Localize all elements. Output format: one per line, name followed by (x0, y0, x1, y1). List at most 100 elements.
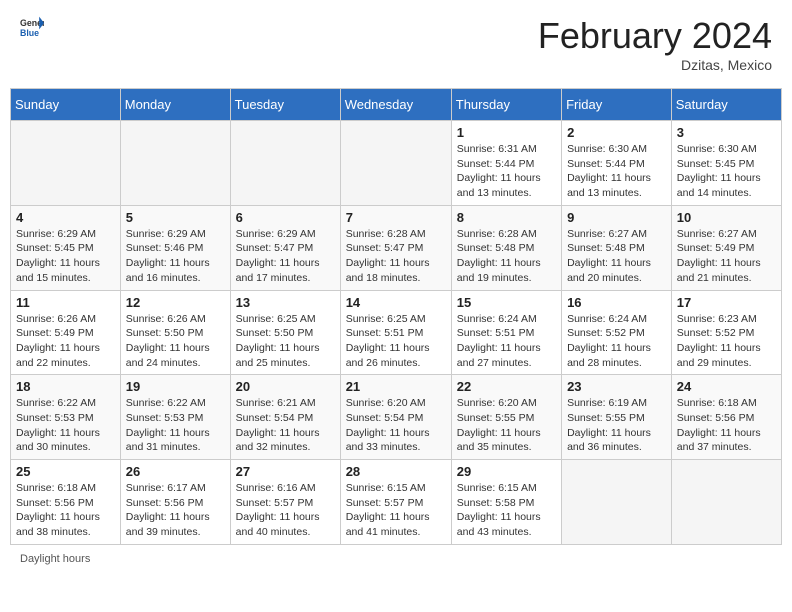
calendar-header-row: SundayMondayTuesdayWednesdayThursdayFrid… (11, 89, 782, 121)
day-of-week-header: Saturday (671, 89, 781, 121)
day-of-week-header: Monday (120, 89, 230, 121)
calendar-day-cell: 1 Sunrise: 6:31 AMSunset: 5:44 PMDaylight… (451, 121, 561, 206)
day-info: Sunrise: 6:20 AMSunset: 5:54 PMDaylight:… (346, 396, 446, 455)
calendar-week-row: 1 Sunrise: 6:31 AMSunset: 5:44 PMDaylight… (11, 121, 782, 206)
day-info: Sunrise: 6:20 AMSunset: 5:55 PMDaylight:… (457, 396, 556, 455)
calendar-day-cell: 26 Sunrise: 6:17 AMSunset: 5:56 PMDayligh… (120, 460, 230, 545)
calendar-day-cell: 5 Sunrise: 6:29 AMSunset: 5:46 PMDaylight… (120, 205, 230, 290)
calendar-day-cell: 20Sunrise: 6:21 AMSunset: 5:54 PMDayligh… (230, 375, 340, 460)
day-info: Sunrise: 6:15 AMSunset: 5:57 PMDaylight:… (346, 481, 446, 540)
calendar-week-row: 4Sunrise: 6:29 AMSunset: 5:45 PMDaylight… (11, 205, 782, 290)
day-info: Sunrise: 6:26 AMSunset: 5:49 PMDaylight:… (16, 312, 115, 371)
calendar-day-cell: 13 Sunrise: 6:25 AMSunset: 5:50 PMDayligh… (230, 290, 340, 375)
day-info: Sunrise: 6:30 AMSunset: 5:44 PMDaylight:… (567, 142, 666, 201)
day-of-week-header: Wednesday (340, 89, 451, 121)
month-title: February 2024 (538, 15, 772, 57)
page-header: General Blue February 2024 Dzitas, Mexic… (10, 10, 782, 78)
day-number: 16 (567, 295, 666, 310)
day-info: Sunrise: 6:15 AMSunset: 5:58 PMDaylight:… (457, 481, 556, 540)
day-info: Sunrise: 6:24 AMSunset: 5:51 PMDaylight:… (457, 312, 556, 371)
day-number: 11 (16, 295, 115, 310)
day-info: Sunrise: 6:27 AMSunset: 5:49 PMDaylight:… (677, 227, 776, 286)
day-number: 19 (126, 379, 225, 394)
day-info: Sunrise: 6:23 AMSunset: 5:52 PMDaylight:… (677, 312, 776, 371)
calendar-day-cell: 18 Sunrise: 6:22 AMSunset: 5:53 PMDayligh… (11, 375, 121, 460)
day-number: 25 (16, 464, 115, 479)
calendar-day-cell: 19 Sunrise: 6:22 AMSunset: 5:53 PMDayligh… (120, 375, 230, 460)
day-of-week-header: Friday (562, 89, 672, 121)
calendar-day-cell: 4Sunrise: 6:29 AMSunset: 5:45 PMDaylight… (11, 205, 121, 290)
day-info: Sunrise: 6:22 AMSunset: 5:53 PMDaylight:… (16, 396, 115, 455)
day-number: 21 (346, 379, 446, 394)
day-info: Sunrise: 6:18 AMSunset: 5:56 PMDaylight:… (677, 396, 776, 455)
calendar-day-cell (671, 460, 781, 545)
day-number: 9 (567, 210, 666, 225)
day-number: 22 (457, 379, 556, 394)
calendar-day-cell: 23 Sunrise: 6:19 AMSunset: 5:55 PMDayligh… (562, 375, 672, 460)
day-number: 6 (236, 210, 335, 225)
day-info: Sunrise: 6:17 AMSunset: 5:56 PMDaylight:… (126, 481, 225, 540)
day-number: 3 (677, 125, 776, 140)
calendar-day-cell: 27 Sunrise: 6:16 AMSunset: 5:57 PMDayligh… (230, 460, 340, 545)
daylight-label: Daylight hours (20, 553, 90, 565)
day-number: 5 (126, 210, 225, 225)
day-info: Sunrise: 6:28 AMSunset: 5:47 PMDaylight:… (346, 227, 446, 286)
calendar-day-cell: 24 Sunrise: 6:18 AMSunset: 5:56 PMDayligh… (671, 375, 781, 460)
day-number: 26 (126, 464, 225, 479)
calendar-day-cell: 28 Sunrise: 6:15 AMSunset: 5:57 PMDayligh… (340, 460, 451, 545)
calendar-day-cell: 16 Sunrise: 6:24 AMSunset: 5:52 PMDayligh… (562, 290, 672, 375)
day-info: Sunrise: 6:26 AMSunset: 5:50 PMDaylight:… (126, 312, 225, 371)
day-number: 1 (457, 125, 556, 140)
day-info: Sunrise: 6:31 AMSunset: 5:44 PMDaylight:… (457, 142, 556, 201)
calendar-day-cell: 6Sunrise: 6:29 AMSunset: 5:47 PMDaylight… (230, 205, 340, 290)
calendar-day-cell: 15 Sunrise: 6:24 AMSunset: 5:51 PMDayligh… (451, 290, 561, 375)
day-info: Sunrise: 6:29 AMSunset: 5:46 PMDaylight:… (126, 227, 225, 286)
calendar-day-cell: 3 Sunrise: 6:30 AMSunset: 5:45 PMDaylight… (671, 121, 781, 206)
calendar-day-cell: 29Sunrise: 6:15 AMSunset: 5:58 PMDayligh… (451, 460, 561, 545)
day-number: 24 (677, 379, 776, 394)
day-info: Sunrise: 6:18 AMSunset: 5:56 PMDaylight:… (16, 481, 115, 540)
day-number: 7 (346, 210, 446, 225)
calendar-table: SundayMondayTuesdayWednesdayThursdayFrid… (10, 88, 782, 545)
calendar-week-row: 25 Sunrise: 6:18 AMSunset: 5:56 PMDayligh… (11, 460, 782, 545)
logo: General Blue (20, 15, 44, 39)
calendar-day-cell (120, 121, 230, 206)
calendar-week-row: 11 Sunrise: 6:26 AMSunset: 5:49 PMDayligh… (11, 290, 782, 375)
day-number: 15 (457, 295, 556, 310)
day-info: Sunrise: 6:25 AMSunset: 5:51 PMDaylight:… (346, 312, 446, 371)
calendar-day-cell (11, 121, 121, 206)
day-number: 17 (677, 295, 776, 310)
day-number: 23 (567, 379, 666, 394)
calendar-day-cell: 12 Sunrise: 6:26 AMSunset: 5:50 PMDayligh… (120, 290, 230, 375)
day-number: 12 (126, 295, 225, 310)
day-info: Sunrise: 6:22 AMSunset: 5:53 PMDaylight:… (126, 396, 225, 455)
day-of-week-header: Sunday (11, 89, 121, 121)
calendar-day-cell: 14 Sunrise: 6:25 AMSunset: 5:51 PMDayligh… (340, 290, 451, 375)
day-number: 14 (346, 295, 446, 310)
day-info: Sunrise: 6:27 AMSunset: 5:48 PMDaylight:… (567, 227, 666, 286)
day-number: 18 (16, 379, 115, 394)
calendar-day-cell: 22 Sunrise: 6:20 AMSunset: 5:55 PMDayligh… (451, 375, 561, 460)
day-info: Sunrise: 6:25 AMSunset: 5:50 PMDaylight:… (236, 312, 335, 371)
day-number: 10 (677, 210, 776, 225)
day-number: 2 (567, 125, 666, 140)
footer: Daylight hours (10, 553, 782, 565)
day-info: Sunrise: 6:24 AMSunset: 5:52 PMDaylight:… (567, 312, 666, 371)
calendar-day-cell: 25 Sunrise: 6:18 AMSunset: 5:56 PMDayligh… (11, 460, 121, 545)
calendar-day-cell: 7 Sunrise: 6:28 AMSunset: 5:47 PMDaylight… (340, 205, 451, 290)
logo-icon: General Blue (20, 15, 44, 39)
day-info: Sunrise: 6:30 AMSunset: 5:45 PMDaylight:… (677, 142, 776, 201)
calendar-day-cell: 17 Sunrise: 6:23 AMSunset: 5:52 PMDayligh… (671, 290, 781, 375)
day-number: 28 (346, 464, 446, 479)
day-number: 27 (236, 464, 335, 479)
day-info: Sunrise: 6:29 AMSunset: 5:45 PMDaylight:… (16, 227, 115, 286)
calendar-day-cell (562, 460, 672, 545)
day-info: Sunrise: 6:28 AMSunset: 5:48 PMDaylight:… (457, 227, 556, 286)
calendar-day-cell: 11 Sunrise: 6:26 AMSunset: 5:49 PMDayligh… (11, 290, 121, 375)
day-of-week-header: Thursday (451, 89, 561, 121)
day-number: 13 (236, 295, 335, 310)
day-info: Sunrise: 6:16 AMSunset: 5:57 PMDaylight:… (236, 481, 335, 540)
calendar-day-cell: 8Sunrise: 6:28 AMSunset: 5:48 PMDaylight… (451, 205, 561, 290)
day-of-week-header: Tuesday (230, 89, 340, 121)
day-info: Sunrise: 6:19 AMSunset: 5:55 PMDaylight:… (567, 396, 666, 455)
